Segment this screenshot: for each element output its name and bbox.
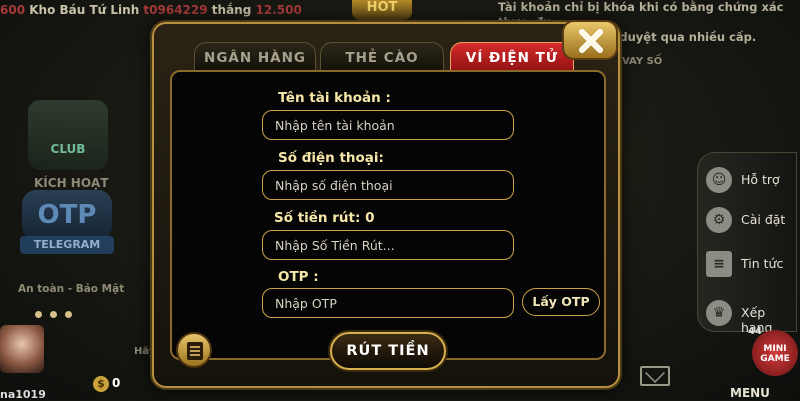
- support-icon: ☺: [706, 167, 732, 193]
- get-otp-button[interactable]: Lấy OTP: [522, 288, 600, 316]
- otp-badge[interactable]: OTP: [22, 190, 112, 240]
- withdraw-dialog: NGÂN HÀNG THẺ CÀO VÍ ĐIỆN TỬ Tên tài kho…: [152, 22, 620, 388]
- tab-bank[interactable]: NGÂN HÀNG: [194, 42, 316, 72]
- ticker-game: Kho Báu Tứ Linh: [29, 3, 140, 17]
- coin-icon: $: [93, 376, 109, 392]
- username: na1019: [0, 388, 46, 401]
- phone-label: Số điện thoại:: [278, 150, 384, 166]
- security-label: An toàn - Bảo Mật: [18, 283, 125, 295]
- close-icon: [579, 29, 603, 53]
- carousel-dots[interactable]: [35, 303, 80, 322]
- close-button[interactable]: [562, 20, 618, 60]
- menu-item-support[interactable]: ☺ Hỗ trợ: [698, 165, 798, 195]
- tab-bar: NGÂN HÀNG THẺ CÀO VÍ ĐIỆN TỬ: [194, 42, 574, 72]
- winner-ticker: 600 Kho Báu Tứ Linh t0964229 thắng 12.50…: [0, 3, 302, 17]
- otp-label: OTP :: [278, 269, 319, 285]
- hot-logo: HOT: [352, 0, 412, 20]
- tab-ewallet[interactable]: VÍ ĐIỆN TỬ: [450, 42, 574, 72]
- menu-label[interactable]: MENU: [730, 386, 770, 400]
- activate-label: KÍCH HOẠT: [34, 176, 109, 190]
- notes-icon: [187, 342, 203, 360]
- vay-so-label: VAY SỐ: [622, 56, 663, 67]
- amount-input[interactable]: [262, 230, 514, 260]
- menu-item-ranking[interactable]: ♛ Xếp hạng: [698, 298, 798, 335]
- amount-label: Số tiền rút: 0: [274, 210, 375, 226]
- menu-item-news[interactable]: ≡ Tin tức: [698, 249, 798, 279]
- menu-item-settings[interactable]: ⚙ Cài đặt: [698, 205, 798, 235]
- history-button[interactable]: [176, 332, 212, 368]
- trophy-icon: ♛: [706, 300, 732, 326]
- phone-input[interactable]: [262, 170, 514, 200]
- mail-icon[interactable]: [640, 366, 670, 386]
- account-name-input[interactable]: [262, 110, 514, 140]
- tab-card[interactable]: THẺ CÀO: [320, 42, 444, 72]
- otp-input[interactable]: [262, 288, 514, 318]
- ticker-account: t0964229: [143, 3, 208, 17]
- ticker-amount: 12.500: [255, 3, 302, 17]
- coin-balance: 0: [112, 376, 121, 390]
- withdraw-button[interactable]: RÚT TIỀN: [330, 332, 446, 370]
- side-menu: ☺ Hỗ trợ ⚙ Cài đặt ≡ Tin tức ♛ Xếp hạng: [697, 152, 798, 335]
- account-name-label: Tên tài khoản :: [278, 90, 391, 106]
- gear-icon: ⚙: [706, 207, 732, 233]
- avatar[interactable]: [0, 325, 44, 373]
- club-logo: CLUB: [28, 100, 108, 170]
- news-icon: ≡: [706, 251, 732, 277]
- telegram-badge[interactable]: TELEGRAM: [20, 236, 114, 254]
- mini-game-count: 44: [748, 326, 762, 337]
